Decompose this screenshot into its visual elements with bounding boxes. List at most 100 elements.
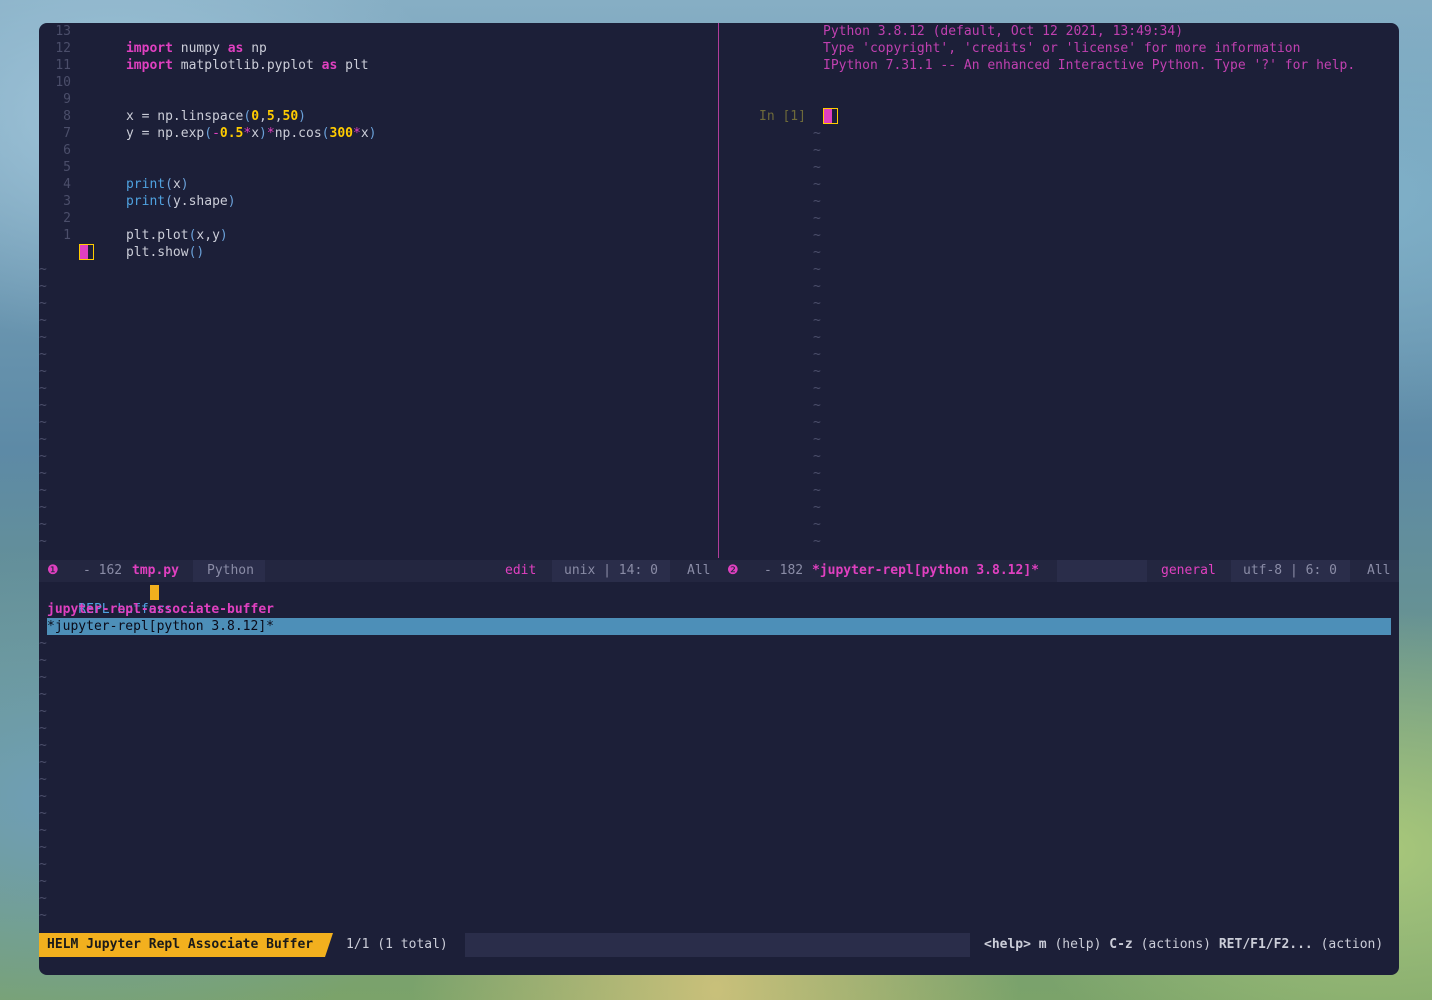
line-number: 8	[63, 109, 71, 124]
empty-line-tilde: ~	[813, 432, 821, 447]
encoding-position: unix | 14: 0	[564, 563, 658, 578]
empty-line-tilde: ~	[813, 126, 821, 141]
repl-pane-right[interactable]: Python 3.8.12 (default, Oct 12 2021, 13:…	[719, 23, 1399, 558]
empty-line-tilde: ~	[39, 262, 47, 277]
empty-line-tilde: ~	[813, 517, 821, 532]
repl-banner-line: IPython 7.31.1 -- An enhanced Interactiv…	[823, 58, 1356, 73]
empty-line-tilde: ~	[813, 415, 821, 430]
repl-input-prompt: In [1]	[759, 109, 806, 124]
evil-state: edit	[505, 563, 537, 578]
empty-line-tilde: ~	[39, 789, 47, 804]
helm-mode-line: HELM Jupyter Repl Associate Buffer 1/1 (…	[39, 933, 1399, 957]
empty-line-tilde: ~	[39, 347, 47, 362]
empty-line-tilde: ~	[813, 313, 821, 328]
empty-line-tilde: ~	[39, 891, 47, 906]
empty-line-tilde: ~	[813, 398, 821, 413]
empty-line-tilde: ~	[39, 908, 47, 923]
helm-source-header: jupyter-repl-associate-buffer	[47, 602, 274, 617]
empty-line-tilde: ~	[813, 347, 821, 362]
helm-count: 1/1 (1 total)	[346, 937, 448, 952]
empty-line-tilde: ~	[39, 296, 47, 311]
repl-banner-line: Python 3.8.12 (default, Oct 12 2021, 13:…	[823, 24, 1184, 39]
empty-line-tilde: ~	[39, 517, 47, 532]
code-line: plt.plot(x,y)	[125, 228, 228, 243]
empty-line-tilde: ~	[39, 381, 47, 396]
helm-input[interactable]	[150, 585, 159, 600]
empty-line-tilde: ~	[39, 636, 47, 651]
empty-line-tilde: ~	[813, 228, 821, 243]
empty-line-tilde: ~	[39, 364, 47, 379]
empty-line-tilde: ~	[39, 755, 47, 770]
empty-line-tilde: ~	[39, 432, 47, 447]
buffer-name[interactable]: tmp.py	[132, 560, 179, 582]
empty-line-tilde: ~	[39, 721, 47, 736]
empty-line-tilde: ~	[813, 160, 821, 175]
empty-line-tilde: ~	[39, 449, 47, 464]
code-line: plt.show()	[125, 245, 205, 260]
code-line: import matplotlib.pyplot as plt	[125, 58, 369, 73]
empty-line-tilde: ~	[813, 262, 821, 277]
code-line: import numpy as np	[125, 41, 267, 56]
line-number: 9	[63, 92, 71, 107]
repl-cursor[interactable]	[823, 108, 838, 124]
line-number: 5	[63, 160, 71, 175]
empty-line-tilde: ~	[39, 823, 47, 838]
empty-line-tilde: ~	[39, 857, 47, 872]
empty-line-tilde: ~	[813, 211, 821, 226]
line-number: 1	[63, 228, 71, 243]
line-number: 4	[63, 177, 71, 192]
line-number: 7	[63, 126, 71, 141]
editor-pane-left[interactable]: 1 3 import numpy as np 12 import matplotl…	[39, 23, 718, 558]
empty-line-tilde: ~	[39, 687, 47, 702]
evil-state: general	[1161, 563, 1216, 578]
empty-line-tilde: ~	[39, 840, 47, 855]
major-mode[interactable]: Python	[207, 560, 254, 582]
empty-line-tilde: ~	[39, 874, 47, 889]
window-number-2-icon: ❷	[727, 563, 739, 578]
empty-line-tilde: ~	[39, 500, 47, 515]
empty-line-tilde: ~	[39, 398, 47, 413]
empty-line-tilde: ~	[813, 483, 821, 498]
empty-line-tilde: ~	[39, 704, 47, 719]
empty-line-tilde: ~	[39, 534, 47, 549]
empty-line-tilde: ~	[39, 279, 47, 294]
empty-line-tilde: ~	[813, 177, 821, 192]
empty-line-tilde: ~	[39, 313, 47, 328]
code-line: print(y.shape)	[125, 194, 236, 209]
empty-line-tilde: ~	[813, 381, 821, 396]
empty-line-tilde: ~	[813, 194, 821, 209]
empty-line-tilde: ~	[813, 245, 821, 260]
encoding-position: utf-8 | 6: 0	[1243, 563, 1337, 578]
empty-line-tilde: ~	[39, 670, 47, 685]
line-number: 10	[55, 75, 71, 90]
line-number: 11	[55, 58, 71, 73]
empty-line-tilde: ~	[813, 296, 821, 311]
empty-line-tilde: ~	[39, 772, 47, 787]
helm-candidate-selected[interactable]: *jupyter-repl[python 3.8.12]*	[47, 618, 1391, 635]
empty-line-tilde: ~	[39, 330, 47, 345]
window-number-1-icon: ❶	[47, 563, 59, 578]
line-number: 12	[55, 41, 71, 56]
buffer-size: - 182	[764, 563, 804, 578]
scroll-position: All	[687, 563, 711, 578]
buffer-size: - 162	[83, 563, 123, 578]
line-number: 2	[63, 211, 71, 226]
empty-line-tilde: ~	[813, 534, 821, 549]
empty-line-tilde: ~	[813, 364, 821, 379]
helm-help-hint: <help> m (help) C-z (actions) RET/F1/F2.…	[984, 937, 1384, 952]
text-cursor	[79, 244, 94, 260]
empty-line-tilde: ~	[813, 330, 821, 345]
empty-line-tilde: ~	[813, 143, 821, 158]
empty-line-tilde: ~	[813, 449, 821, 464]
repl-banner-line: Type 'copyright', 'credits' or 'license'…	[823, 41, 1301, 56]
empty-line-tilde: ~	[813, 500, 821, 515]
empty-line-tilde: ~	[39, 415, 47, 430]
helm-title: HELM Jupyter Repl Associate Buffer	[39, 933, 334, 957]
empty-line-tilde: ~	[39, 806, 47, 821]
scroll-position: All	[1367, 563, 1391, 578]
emacs-window: 1 3 import numpy as np 12 import matplotl…	[39, 23, 1399, 975]
line-number: 3	[63, 194, 71, 209]
buffer-name[interactable]: *jupyter-repl[python 3.8.12]*	[812, 560, 1039, 582]
code-line: x = np.linspace(0,5,50)	[125, 109, 306, 124]
mode-line: ❶ - 162 tmp.py Python edit unix | 14: 0 …	[39, 560, 1399, 582]
